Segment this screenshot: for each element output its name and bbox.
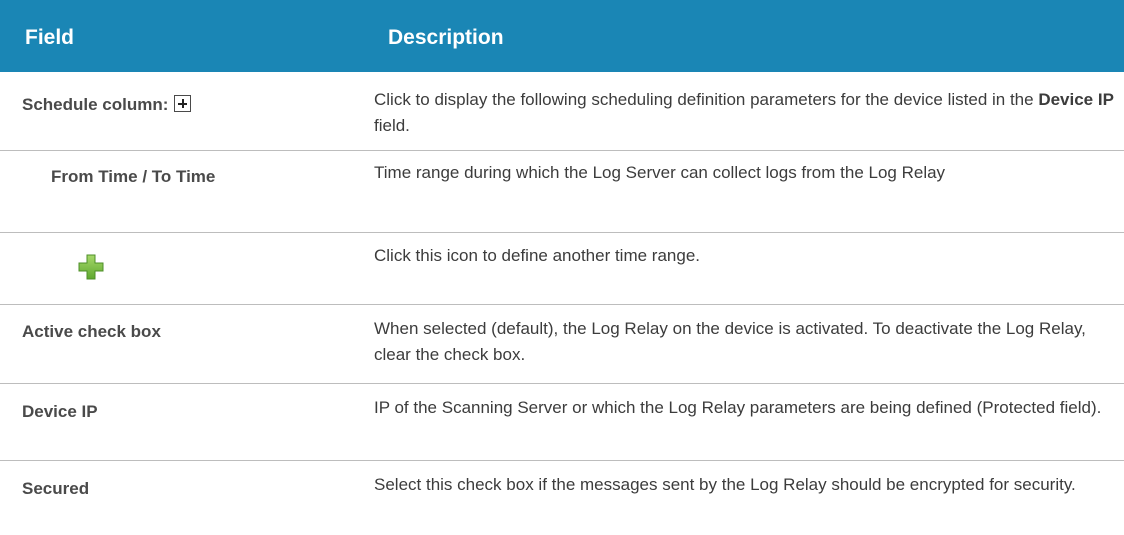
description-text: When selected (default), the Log Relay o… — [374, 319, 1086, 364]
field-label: Schedule column: — [22, 95, 169, 114]
description-bold: Device IP — [1038, 90, 1114, 109]
field-description-table: Field Description Schedule column: Click… — [0, 0, 1124, 498]
table-row: Click this icon to define another time r… — [0, 233, 1124, 305]
field-label: From Time / To Time — [51, 167, 216, 186]
header-field: Field — [25, 26, 75, 49]
table-row: From Time / To Time Time range during wh… — [0, 151, 1124, 233]
table-row: Device IP IP of the Scanning Server or w… — [0, 384, 1124, 461]
table-row: Secured Select this check box if the mes… — [0, 461, 1124, 534]
description-text: Time range during which the Log Server c… — [374, 163, 946, 182]
description-text: IP of the Scanning Server or which the L… — [374, 398, 1102, 417]
table-row: Schedule column: Click to display the fo… — [0, 73, 1124, 151]
green-plus-icon[interactable] — [78, 254, 104, 285]
header-description: Description — [388, 26, 504, 49]
field-label: Active check box — [22, 322, 161, 341]
field-label: Secured — [22, 479, 90, 498]
description-cell: Click to display the following schedulin… — [374, 87, 1114, 139]
expand-box-icon[interactable] — [174, 95, 192, 112]
description-text: Click to display the following schedulin… — [374, 90, 1039, 109]
description-text: Select this check box if the messages se… — [374, 475, 1076, 494]
table-header: Field Description — [0, 0, 1124, 72]
table-row: Active check box When selected (default)… — [0, 305, 1124, 384]
description-text: field. — [374, 116, 410, 135]
field-label: Device IP — [22, 402, 98, 421]
description-text: Click this icon to define another time r… — [374, 246, 701, 265]
field-cell: Schedule column: — [22, 95, 192, 115]
